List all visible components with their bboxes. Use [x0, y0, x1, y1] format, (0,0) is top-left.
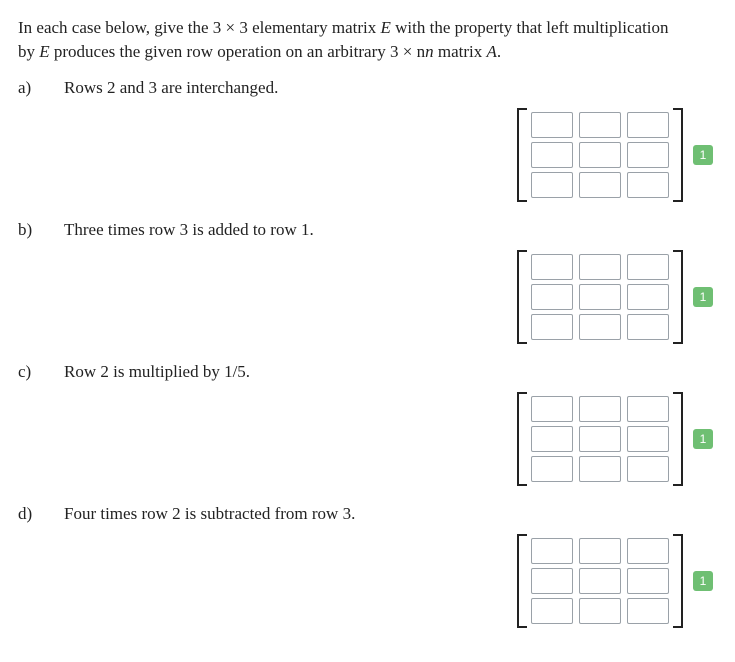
intro-text: elementary matrix [248, 18, 381, 37]
matrix-cell-input[interactable] [579, 538, 621, 564]
bracket-left [517, 108, 527, 202]
bracket-right [673, 392, 683, 486]
bracket-left [517, 250, 527, 344]
matrix-b [517, 250, 683, 344]
matrix-cell-input[interactable] [579, 314, 621, 340]
matrix-cell-input[interactable] [627, 142, 669, 168]
matrix-cell-input[interactable] [627, 426, 669, 452]
points-badge: 1 [693, 287, 713, 307]
intro-var-E: E [381, 18, 391, 37]
part-a: a) Rows 2 and 3 are interchanged. 1 [18, 78, 717, 202]
intro-dim: 3 × 3 [213, 18, 248, 37]
matrix-grid [527, 108, 673, 202]
matrix-cell-input[interactable] [531, 568, 573, 594]
matrix-cell-input[interactable] [531, 396, 573, 422]
points-badge: 1 [693, 145, 713, 165]
matrix-cell-input[interactable] [531, 112, 573, 138]
matrix-cell-input[interactable] [531, 254, 573, 280]
bracket-right [673, 108, 683, 202]
matrix-c [517, 392, 683, 486]
part-header: b) Three times row 3 is added to row 1. [18, 220, 717, 240]
part-header: a) Rows 2 and 3 are interchanged. [18, 78, 717, 98]
matrix-cell-input[interactable] [627, 538, 669, 564]
intro-text: produces the given row operation on an a… [50, 42, 390, 61]
intro-text: In each case below, give the [18, 18, 213, 37]
matrix-cell-input[interactable] [627, 568, 669, 594]
matrix-a [517, 108, 683, 202]
matrix-cell-input[interactable] [579, 172, 621, 198]
part-c: c) Row 2 is multiplied by 1/5. 1 [18, 362, 717, 486]
intro-text: matrix [434, 42, 487, 61]
matrix-d [517, 534, 683, 628]
part-header: c) Row 2 is multiplied by 1/5. [18, 362, 717, 382]
bracket-right [673, 250, 683, 344]
matrix-cell-input[interactable] [579, 456, 621, 482]
part-b: b) Three times row 3 is added to row 1. … [18, 220, 717, 344]
matrix-cell-input[interactable] [627, 314, 669, 340]
matrix-row-a: 1 [18, 108, 717, 202]
matrix-cell-input[interactable] [531, 538, 573, 564]
part-text-a: Rows 2 and 3 are interchanged. [64, 78, 717, 98]
points-badge: 1 [693, 429, 713, 449]
matrix-cell-input[interactable] [579, 568, 621, 594]
matrix-cell-input[interactable] [531, 172, 573, 198]
part-label-a: a) [18, 78, 36, 98]
matrix-cell-input[interactable] [579, 112, 621, 138]
intro-var-n: n [425, 42, 434, 61]
matrix-grid [527, 392, 673, 486]
question-intro: In each case below, give the 3 × 3 eleme… [18, 16, 717, 64]
matrix-row-d: 1 [18, 534, 717, 628]
bracket-right [673, 534, 683, 628]
part-text-c: Row 2 is multiplied by 1/5. [64, 362, 717, 382]
matrix-cell-input[interactable] [579, 426, 621, 452]
intro-text: by [18, 42, 39, 61]
matrix-cell-input[interactable] [531, 314, 573, 340]
intro-var-A: A [486, 42, 496, 61]
matrix-grid [527, 250, 673, 344]
points-badge: 1 [693, 571, 713, 591]
matrix-cell-input[interactable] [579, 284, 621, 310]
matrix-cell-input[interactable] [627, 172, 669, 198]
part-label-b: b) [18, 220, 36, 240]
matrix-cell-input[interactable] [627, 598, 669, 624]
matrix-cell-input[interactable] [579, 396, 621, 422]
part-d: d) Four times row 2 is subtracted from r… [18, 504, 717, 628]
matrix-cell-input[interactable] [627, 456, 669, 482]
matrix-cell-input[interactable] [531, 456, 573, 482]
matrix-cell-input[interactable] [627, 254, 669, 280]
matrix-cell-input[interactable] [531, 284, 573, 310]
part-label-d: d) [18, 504, 36, 524]
bracket-left [517, 534, 527, 628]
matrix-cell-input[interactable] [531, 142, 573, 168]
matrix-cell-input[interactable] [579, 142, 621, 168]
matrix-cell-input[interactable] [627, 112, 669, 138]
matrix-row-b: 1 [18, 250, 717, 344]
intro-dim2: 3 × n [390, 42, 425, 61]
part-text-d: Four times row 2 is subtracted from row … [64, 504, 717, 524]
matrix-cell-input[interactable] [531, 598, 573, 624]
bracket-left [517, 392, 527, 486]
matrix-row-c: 1 [18, 392, 717, 486]
intro-var-E: E [39, 42, 49, 61]
part-header: d) Four times row 2 is subtracted from r… [18, 504, 717, 524]
part-text-b: Three times row 3 is added to row 1. [64, 220, 717, 240]
matrix-grid [527, 534, 673, 628]
intro-text: . [497, 42, 501, 61]
matrix-cell-input[interactable] [627, 396, 669, 422]
matrix-cell-input[interactable] [579, 254, 621, 280]
part-label-c: c) [18, 362, 36, 382]
matrix-cell-input[interactable] [531, 426, 573, 452]
intro-text: with the property that left multiplicati… [391, 18, 669, 37]
matrix-cell-input[interactable] [627, 284, 669, 310]
matrix-cell-input[interactable] [579, 598, 621, 624]
